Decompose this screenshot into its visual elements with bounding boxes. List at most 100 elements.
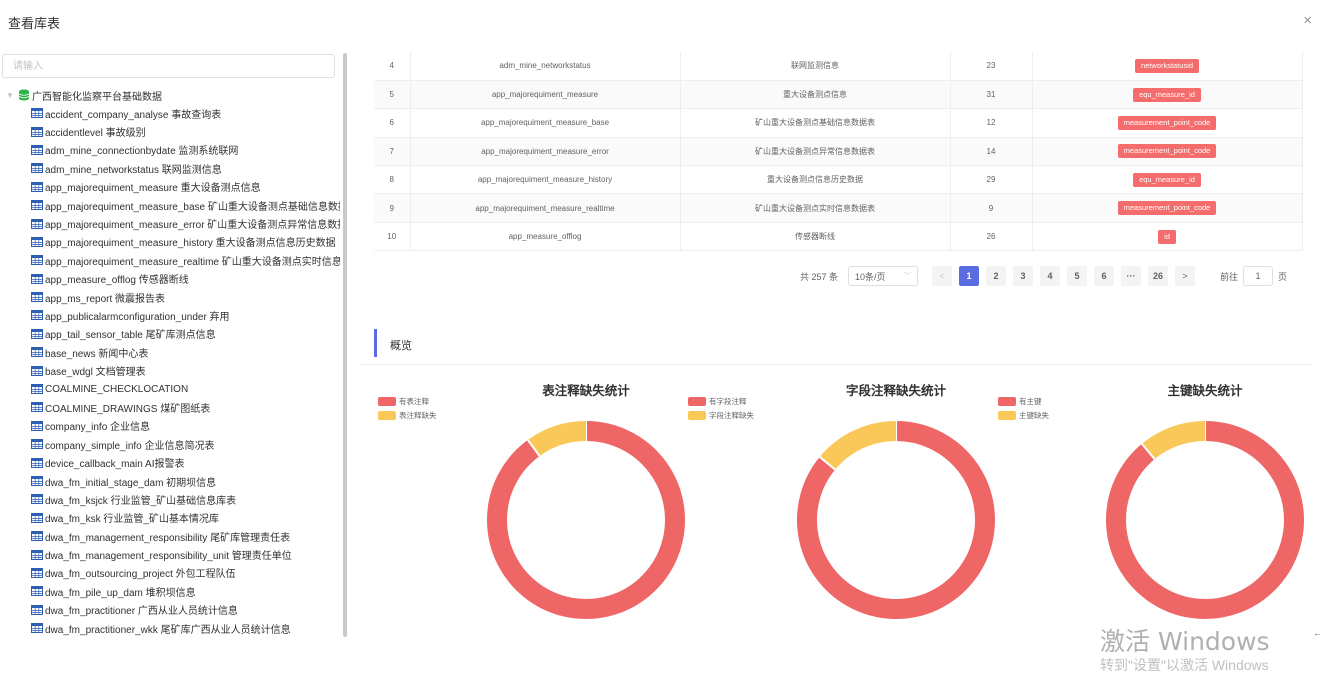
- legend-swatch: [688, 396, 706, 406]
- tree-root-node[interactable]: ▼ 广西智能化监察平台基础数据: [0, 86, 340, 104]
- tree-table-node[interactable]: adm_mine_connectionbydate 监测系统联网: [0, 141, 340, 159]
- page-button[interactable]: 1: [959, 266, 980, 286]
- page-button[interactable]: 3: [1013, 266, 1034, 286]
- close-icon[interactable]: ×: [1303, 12, 1312, 29]
- tree-table-node[interactable]: accidentlevel 事故级别: [0, 122, 340, 140]
- donut-slice[interactable]: [1141, 421, 1206, 460]
- page-button[interactable]: 2: [986, 266, 1007, 286]
- prev-page-button[interactable]: <: [932, 266, 953, 286]
- table-icon: [31, 549, 43, 560]
- tree-table-node[interactable]: app_publicalarmconfiguration_under 弃用: [0, 306, 340, 324]
- search-input[interactable]: [2, 54, 335, 78]
- tree-table-label: app_majorequiment_measure_history 重大设备测点…: [45, 238, 336, 250]
- legend-swatch: [998, 396, 1016, 406]
- table-row[interactable]: 7 app_majorequiment_measure_error 矿山重大设备测点…: [374, 137, 1303, 167]
- tree-table-node[interactable]: app_majorequiment_measure_base 矿山重大设备测点基…: [0, 196, 340, 214]
- table-row[interactable]: 8 app_majorequiment_measure_history 重大设备测点…: [374, 165, 1303, 195]
- page-button[interactable]: 4: [1040, 266, 1061, 286]
- primary-key-cell: equ_measure_id: [1032, 165, 1303, 195]
- legend-item[interactable]: 主键缺失: [998, 409, 1049, 421]
- table-icon: [31, 457, 43, 468]
- tree-table-node[interactable]: app_majorequiment_measure_history 重大设备测点…: [0, 233, 340, 251]
- donut-slice[interactable]: [527, 421, 587, 457]
- donut-slice[interactable]: [487, 421, 685, 619]
- tree-table-node[interactable]: dwa_fm_outsourcing_project 外包工程队伍: [0, 564, 340, 582]
- tree-table-node[interactable]: accident_company_analyse 事故查询表: [0, 104, 340, 122]
- donut-slice[interactable]: [819, 421, 897, 470]
- legend-label: 有表注释: [399, 396, 429, 406]
- tree-table-node[interactable]: dwa_fm_pile_up_dam 堆积坝信息: [0, 582, 340, 600]
- page-size-select[interactable]: 10条/页 ﹀: [848, 266, 919, 286]
- tree-table-node[interactable]: dwa_fm_initial_stage_dam 初期坝信息: [0, 472, 340, 490]
- tree-table-node[interactable]: app_majorequiment_measure 重大设备测点信息: [0, 178, 340, 196]
- tree-items: accident_company_analyse 事故查询表 accidentle…: [0, 104, 340, 637]
- tree-scrollbar[interactable]: [343, 53, 347, 637]
- table-name-cell: app_majorequiment_measure: [410, 80, 681, 110]
- table-row[interactable]: 9 app_majorequiment_measure_realtime 矿山重大设…: [374, 193, 1303, 223]
- table-tree: ▼ 广西智能化监察平台基础数据 accident_company_analyse…: [0, 86, 340, 638]
- tree-table-node[interactable]: app_majorequiment_measure_realtime 矿山重大设…: [0, 251, 340, 269]
- table-icon: [31, 181, 43, 192]
- table-icon: [31, 567, 43, 578]
- table-icon: [31, 126, 43, 137]
- tree-table-label: app_measure_offlog 传感器断线: [45, 275, 189, 287]
- tree-table-label: base_news 新闻中心表: [45, 348, 149, 360]
- pagination-total: 共 257 条: [800, 271, 839, 282]
- tree-table-node[interactable]: app_tail_sensor_table 尾矿库测点信息: [0, 325, 340, 343]
- table-icon: [31, 384, 43, 395]
- tree-table-label: company_simple_info 企业信息简况表: [45, 440, 215, 452]
- table-comment-cell: 矿山重大设备测点异常信息数据表: [680, 137, 951, 167]
- row-number: 6: [374, 108, 411, 138]
- table-icon: [31, 328, 43, 339]
- tree-table-node[interactable]: dwa_fm_management_responsibility_unit 管理…: [0, 545, 340, 563]
- tree-table-node[interactable]: COALMINE_CHECKLOCATION: [0, 380, 340, 398]
- legend-item[interactable]: 有字段注释: [688, 395, 754, 407]
- tree-table-node[interactable]: dwa_fm_ksjck 行业监管_矿山基础信息库表: [0, 490, 340, 508]
- row-number: 10: [374, 222, 411, 252]
- caret-down-icon[interactable]: ▼: [6, 91, 18, 100]
- tree-table-node[interactable]: dwa_fm_ksk 行业监管_矿山基本情况库: [0, 509, 340, 527]
- table-icon: [31, 604, 43, 615]
- tree-table-node[interactable]: dwa_fm_management_responsibility 尾矿库管理责任…: [0, 527, 340, 545]
- donut-chart: [487, 421, 685, 619]
- legend-item[interactable]: 表注释缺失: [378, 409, 437, 421]
- tree-table-node[interactable]: adm_mine_networkstatus 联网监测信息: [0, 159, 340, 177]
- tree-table-node[interactable]: COALMINE_DRAWINGS 煤矿图纸表: [0, 398, 340, 416]
- tree-table-node[interactable]: dwa_fm_practitioner 广西从业人员统计信息: [0, 601, 340, 619]
- table-row[interactable]: 10 app_measure_offlog 传感器断线 26 id: [374, 222, 1303, 252]
- table-row[interactable]: 5 app_majorequiment_measure 重大设备测点信息 31 equ_…: [374, 80, 1303, 110]
- legend-item[interactable]: 字段注释缺失: [688, 409, 754, 421]
- table-row[interactable]: 6 app_majorequiment_measure_base 矿山重大设备测点基…: [374, 108, 1303, 138]
- goto-prefix: 前往: [1220, 271, 1239, 282]
- donut-slice[interactable]: [1106, 421, 1304, 619]
- tree-table-node[interactable]: company_info 企业信息: [0, 417, 340, 435]
- primary-key-tag: measurement_point_code: [1117, 201, 1217, 216]
- field-count-cell: 9: [950, 193, 1033, 223]
- table-name-cell: app_majorequiment_measure_error: [410, 137, 681, 167]
- table-row[interactable]: 4 adm_mine_networkstatus 联网监测信息 23 networkst…: [374, 52, 1303, 81]
- tree-table-label: dwa_fm_management_responsibility 尾矿库管理责任…: [45, 532, 291, 544]
- legend-item[interactable]: 有表注释: [378, 395, 437, 407]
- next-page-button[interactable]: >: [1175, 266, 1196, 286]
- tree-table-node[interactable]: company_simple_info 企业信息简况表: [0, 435, 340, 453]
- arrow-left-icon[interactable]: ←: [1313, 628, 1320, 638]
- page-button[interactable]: 26: [1148, 266, 1169, 286]
- tree-table-node[interactable]: app_ms_report 微震报告表: [0, 288, 340, 306]
- table-icon: [31, 402, 43, 413]
- tree-table-node[interactable]: base_wdgl 文档管理表: [0, 361, 340, 379]
- table-icon: [31, 512, 43, 523]
- table-icon: [31, 292, 43, 303]
- tree-table-node[interactable]: app_measure_offlog 传感器断线: [0, 270, 340, 288]
- goto-page-input[interactable]: 1: [1243, 266, 1274, 286]
- page-button[interactable]: 6: [1094, 266, 1115, 286]
- tree-table-node[interactable]: base_news 新闻中心表: [0, 343, 340, 361]
- chart-title: 主键缺失统计: [1167, 384, 1243, 398]
- more-pages-button[interactable]: ···: [1121, 266, 1142, 286]
- tree-table-node[interactable]: device_callback_main AI报警表: [0, 453, 340, 471]
- tree-table-node[interactable]: app_majorequiment_measure_error 矿山重大设备测点…: [0, 214, 340, 232]
- tree-table-node[interactable]: dwa_fm_practitioner_wkk 尾矿库广西从业人员统计信息: [0, 619, 340, 637]
- table-icon: [31, 255, 43, 266]
- page-button[interactable]: 5: [1067, 266, 1088, 286]
- table-tree-panel: ▼ 广西智能化监察平台基础数据 accident_company_analyse…: [0, 52, 340, 638]
- legend-item[interactable]: 有主键: [998, 395, 1049, 407]
